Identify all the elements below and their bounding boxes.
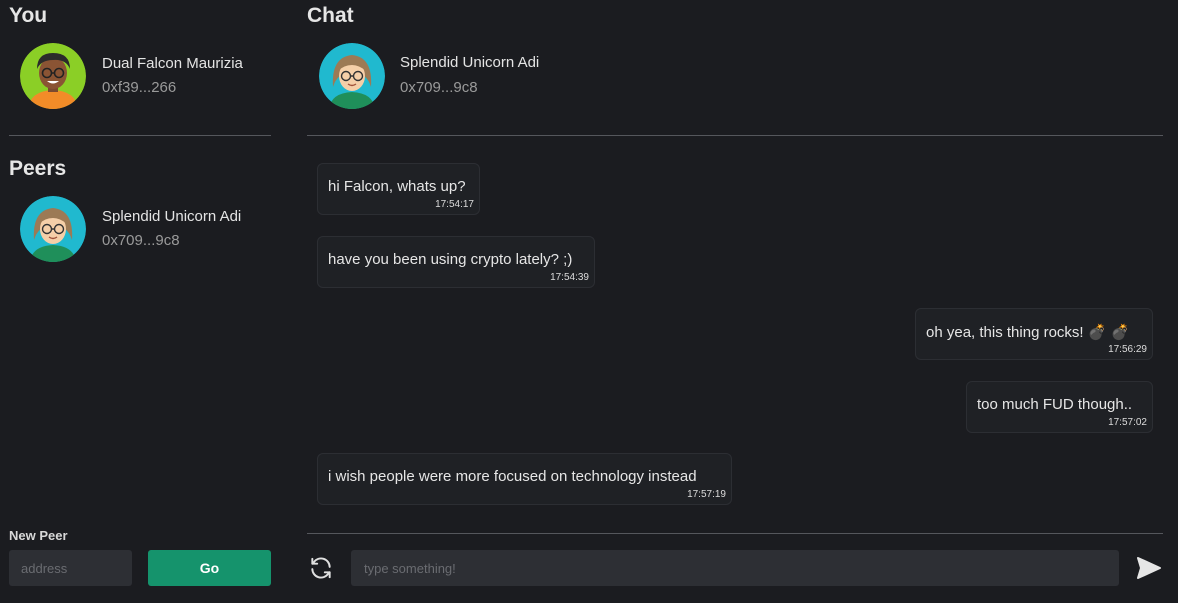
message-time: 17:54:39 bbox=[550, 272, 589, 283]
peer-address-input[interactable] bbox=[9, 550, 132, 586]
message-input[interactable] bbox=[351, 550, 1119, 586]
avatar-unicorn-icon bbox=[319, 43, 385, 109]
message-text: i wish people were more focused on techn… bbox=[328, 468, 697, 485]
message-text: hi Falcon, whats up? bbox=[328, 178, 466, 195]
message-list: hi Falcon, whats up? 17:54:17 have you b… bbox=[307, 150, 1163, 520]
refresh-icon[interactable] bbox=[308, 555, 334, 581]
message-text: have you been using crypto lately? ;) bbox=[328, 251, 573, 268]
chat-title: Chat bbox=[307, 4, 354, 27]
message-bubble-incoming: have you been using crypto lately? ;) 17… bbox=[317, 236, 595, 288]
message-time: 17:57:19 bbox=[687, 489, 726, 500]
left-panel: You Dual Falcon Maurizia 0xf39...266 Pee… bbox=[9, 0, 271, 603]
avatar-unicorn-icon bbox=[20, 196, 86, 262]
chat-peer-address: 0x709...9c8 bbox=[400, 79, 478, 96]
new-peer-label: New Peer bbox=[9, 528, 68, 543]
peer-item-address: 0x709...9c8 bbox=[102, 232, 180, 249]
you-user-card: Dual Falcon Maurizia 0xf39...266 bbox=[20, 43, 270, 109]
avatar-falcon-icon bbox=[20, 43, 86, 109]
message-bubble-outgoing: too much FUD though.. 17:57:02 bbox=[966, 381, 1153, 433]
peer-item-name: Splendid Unicorn Adi bbox=[102, 208, 242, 225]
message-text: oh yea, this thing rocks! 💣 💣 bbox=[926, 324, 1130, 341]
chat-header-divider bbox=[307, 135, 1163, 136]
message-text: too much FUD though.. bbox=[977, 396, 1133, 413]
left-divider bbox=[9, 135, 271, 136]
peer-item-splendid-unicorn-adi[interactable]: Splendid Unicorn Adi 0x709...9c8 bbox=[20, 196, 270, 262]
you-user-name: Dual Falcon Maurizia bbox=[102, 55, 243, 72]
chat-peer-name: Splendid Unicorn Adi bbox=[400, 54, 540, 71]
message-time: 17:57:02 bbox=[1108, 417, 1147, 428]
send-icon[interactable] bbox=[1136, 556, 1162, 580]
composer-divider bbox=[307, 533, 1163, 534]
message-bubble-incoming: i wish people were more focused on techn… bbox=[317, 453, 732, 505]
you-title: You bbox=[9, 4, 48, 27]
message-bubble-incoming: hi Falcon, whats up? 17:54:17 bbox=[317, 163, 480, 215]
app: You Dual Falcon Maurizia 0xf39...266 Pee… bbox=[0, 0, 1178, 603]
go-button[interactable]: Go bbox=[148, 550, 271, 586]
message-time: 17:54:17 bbox=[435, 199, 474, 210]
you-user-address: 0xf39...266 bbox=[102, 79, 177, 96]
message-bubble-outgoing: oh yea, this thing rocks! 💣 💣 17:56:29 bbox=[915, 308, 1153, 360]
peers-title: Peers bbox=[9, 157, 67, 180]
message-time: 17:56:29 bbox=[1108, 344, 1147, 355]
chat-peer-header: Splendid Unicorn Adi 0x709...9c8 bbox=[319, 43, 619, 109]
